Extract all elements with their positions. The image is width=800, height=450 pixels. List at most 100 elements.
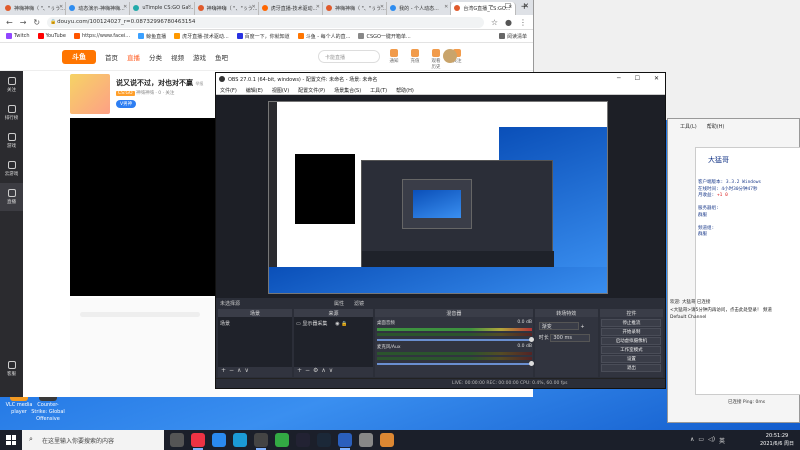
- app-taskbar-icon[interactable]: [233, 433, 247, 447]
- voice-chat-window[interactable]: 工具(L) 帮助(H) 大猛哥 客户端版本: 3.3.2 Windows 在线时…: [667, 118, 800, 423]
- nav-games[interactable]: 游戏: [193, 52, 206, 62]
- sidebar-item-games[interactable]: 游戏: [0, 127, 23, 155]
- nav-video[interactable]: 视频: [171, 52, 184, 62]
- settings-button[interactable]: 设置: [601, 355, 662, 363]
- csgo-taskbar-icon[interactable]: [380, 433, 394, 447]
- close-icon[interactable]: ✕: [523, 2, 529, 10]
- minimize-icon[interactable]: ─: [617, 75, 621, 82]
- volume-icon[interactable]: ◁): [708, 436, 715, 445]
- star-icon[interactable]: ☆: [491, 18, 498, 27]
- bookmark-twitch[interactable]: Twitch: [6, 33, 30, 39]
- video-player[interactable]: [70, 118, 220, 296]
- obs-window[interactable]: OBS 27.0.1 (64-bit, windows) - 配置文件: 未命名…: [215, 72, 666, 389]
- nav-category[interactable]: 分类: [149, 52, 162, 62]
- obs-taskbar-icon[interactable]: [254, 433, 268, 450]
- bookmark-csgo-case[interactable]: CSGO一键开箱单...: [358, 33, 411, 40]
- bookmark-baidu[interactable]: 百度一下，你就知道: [236, 33, 290, 40]
- mixer-channel[interactable]: 桌面音频 0.0 dB: [376, 320, 534, 342]
- stop-streaming-button[interactable]: 停止推流: [601, 319, 662, 327]
- teamspeak-taskbar-icon[interactable]: [338, 433, 352, 450]
- menu-view[interactable]: 视图(V): [272, 87, 289, 94]
- menu-help[interactable]: 帮助(H): [707, 123, 725, 133]
- source-item[interactable]: ▭ 显示器采集 ◉ 🔒: [296, 320, 347, 327]
- minimize-icon[interactable]: ─: [489, 2, 493, 10]
- menu-scene-collection[interactable]: 场景集合(S): [334, 87, 361, 94]
- properties-button[interactable]: 属性: [334, 300, 344, 307]
- reading-list[interactable]: 阅读清单: [498, 33, 527, 40]
- steam-taskbar-icon[interactable]: [317, 433, 331, 447]
- menu-tools[interactable]: 工具(T): [370, 87, 387, 94]
- virtual-camera-button[interactable]: 启动虚拟摄像机: [601, 337, 662, 345]
- obs-status-bar: LIVE: 00:00:00 REC: 00:00:00 CPU: 0.4%, …: [216, 378, 665, 388]
- history-icon[interactable]: 观看历史: [430, 49, 442, 70]
- bookmark-faceit[interactable]: https://www.facei...: [73, 33, 130, 39]
- chrome-taskbar-icon[interactable]: [191, 433, 205, 450]
- transitions-dock: 转场特效 渐变 + 时长 300 ms: [534, 309, 598, 377]
- browser-tab[interactable]: 我的 - 个人动态... ✕: [387, 2, 452, 15]
- menu-file[interactable]: 文件(F): [220, 87, 237, 94]
- profile-icon[interactable]: ●: [505, 18, 512, 27]
- status-badge[interactable]: V男神: [116, 100, 137, 108]
- browser-tab[interactable]: 神嗨神嗨（ "、"ぅう... ✕: [194, 2, 259, 15]
- nav-fishbar[interactable]: 鱼吧: [215, 52, 228, 62]
- back-icon[interactable]: ←: [6, 18, 13, 27]
- sidebar-item-rank[interactable]: 排行榜: [0, 99, 23, 127]
- browser-tab[interactable]: uTimple CS:GO Ga... ✕: [130, 2, 195, 15]
- sources-controls[interactable]: +−⚙∧∨: [294, 367, 373, 377]
- streamer-avatar[interactable]: [70, 74, 110, 114]
- nav-home[interactable]: 首页: [105, 52, 118, 62]
- browser-tab[interactable]: 虎牙直播-技术驱动... ✕: [258, 2, 323, 15]
- url-input[interactable]: 🔒 douyu.com/100124027_r=0.08732996780463…: [47, 16, 484, 28]
- input-language[interactable]: 英: [719, 436, 725, 445]
- douyu-logo[interactable]: 斗鱼: [62, 49, 96, 64]
- browser-tab[interactable]: 神嗨神嗨（ "、"ぅう... ✕: [2, 2, 67, 15]
- menu-profile[interactable]: 配置文件(P): [298, 87, 325, 94]
- browser-tab[interactable]: 神嗨神嗨（ "、"ぅう... ✕: [322, 2, 388, 15]
- exit-button[interactable]: 退出: [601, 364, 662, 372]
- network-icon[interactable]: ▭: [698, 436, 704, 445]
- bookmark-huya[interactable]: 虎牙直播-技术驱动...: [174, 33, 229, 40]
- recharge-icon[interactable]: 充值: [409, 49, 421, 70]
- maximize-icon[interactable]: ☐: [505, 2, 511, 10]
- windows-start-icon[interactable]: [6, 435, 16, 445]
- studio-mode-button[interactable]: 工作室模式: [601, 346, 662, 354]
- menu-tools[interactable]: 工具(L): [680, 123, 697, 133]
- maximize-icon[interactable]: ☐: [635, 75, 640, 82]
- taskbar-search-input[interactable]: ⌕ 在这里输入你要搜索的内容: [22, 430, 164, 450]
- taskbar-clock[interactable]: 20:51:29 2021/6/6 周日: [760, 432, 794, 448]
- notification-icon[interactable]: 通知: [388, 49, 400, 70]
- bookmark-douyu[interactable]: 斗鱼 - 每个人的直...: [297, 33, 350, 40]
- bookmark-jingyu[interactable]: 鲸鱼直播: [138, 33, 166, 40]
- browser-tab[interactable]: 动态演示-神嗨神嗨... ✕: [66, 2, 131, 15]
- filters-button[interactable]: 滤镜: [354, 300, 364, 307]
- transition-select[interactable]: 渐变 +: [538, 322, 585, 330]
- system-tray[interactable]: ∧ ▭ ◁) 英: [690, 436, 725, 445]
- sidebar-item-service[interactable]: 客服: [0, 355, 23, 383]
- douyu-search-input[interactable]: 卡能直播: [318, 50, 380, 63]
- chevron-up-icon[interactable]: ∧: [690, 436, 694, 445]
- reload-icon[interactable]: ↻: [33, 18, 40, 27]
- menu-edit[interactable]: 编辑(E): [246, 87, 263, 94]
- start-recording-button[interactable]: 开始录制: [601, 328, 662, 336]
- sidebar-item-follow[interactable]: 关注: [0, 71, 23, 99]
- app-taskbar-icon[interactable]: [296, 433, 310, 447]
- menu-help[interactable]: 帮助(H): [396, 87, 414, 94]
- app-taskbar-icon[interactable]: [275, 433, 289, 447]
- scenes-controls[interactable]: +−∧∨: [218, 367, 292, 377]
- forward-icon[interactable]: →: [20, 18, 27, 27]
- obs-preview[interactable]: [216, 95, 665, 298]
- bookmark-youtube[interactable]: YouTube: [37, 33, 66, 39]
- sidebar-item-cloud[interactable]: 云游戏: [0, 155, 23, 183]
- task-view-icon[interactable]: [170, 433, 184, 447]
- scene-item[interactable]: 场景: [220, 320, 230, 327]
- no-source-label: 未选择源: [220, 301, 241, 307]
- mixer-channel[interactable]: 麦克风/Aux 0.0 dB: [376, 344, 534, 366]
- menu-icon[interactable]: ⋮: [519, 18, 527, 27]
- app-taskbar-icon[interactable]: [212, 433, 226, 447]
- nav-live[interactable]: 直播: [127, 52, 140, 62]
- transition-duration[interactable]: 时长 300 ms: [539, 334, 591, 342]
- close-icon[interactable]: ✕: [654, 75, 659, 82]
- app-taskbar-icon[interactable]: [359, 433, 373, 447]
- avatar[interactable]: [443, 49, 457, 63]
- sidebar-item-live[interactable]: 直播: [0, 183, 23, 211]
